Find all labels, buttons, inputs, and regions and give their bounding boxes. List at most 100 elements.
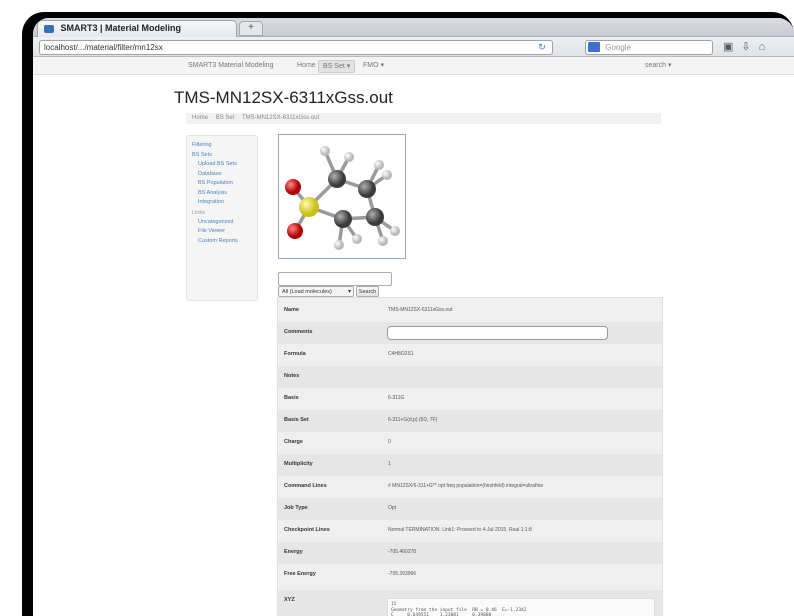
nav-fmo[interactable]: FMO ▾ bbox=[363, 57, 384, 74]
sidebar-item-bs-sets[interactable]: BS Sets bbox=[192, 152, 252, 159]
search-engine-label: Google bbox=[605, 43, 632, 52]
comments-input[interactable] bbox=[387, 326, 608, 340]
toolbar-icons: ▣⇩⌂ bbox=[723, 40, 773, 53]
new-tab-button[interactable]: + bbox=[239, 21, 263, 36]
property-label: Basis bbox=[284, 395, 299, 401]
tab-title: SMART3 | Material Modeling bbox=[60, 23, 182, 34]
property-value: 0 bbox=[388, 439, 391, 445]
reload-icon[interactable]: ↻ bbox=[534, 41, 550, 54]
breadcrumb-current: TMS-MN12SX-6311xGss.out bbox=[241, 115, 320, 121]
property-label: Formula bbox=[284, 351, 306, 357]
hydrogen-atom bbox=[378, 236, 388, 246]
property-row: Name TMS-MN12SX-6311xGss.out bbox=[278, 300, 662, 322]
sidebar-section-links: Links bbox=[192, 209, 205, 216]
search-button[interactable]: Search bbox=[356, 286, 379, 297]
molecule-viewer[interactable] bbox=[278, 134, 406, 259]
property-value: Normal TERMINATION. Link1: Proceed to 4-… bbox=[388, 527, 532, 533]
hydrogen-atom bbox=[382, 170, 392, 180]
property-row: Job Type Opt bbox=[278, 498, 662, 520]
oxygen-atom bbox=[285, 179, 301, 195]
property-label: Comments bbox=[284, 329, 313, 335]
nav-home[interactable]: Home bbox=[297, 57, 316, 74]
property-row: Free Energy -705.393966 bbox=[278, 564, 662, 586]
sulfur-atom bbox=[299, 197, 319, 217]
property-value: 6-311G bbox=[388, 395, 405, 401]
property-row: Comments bbox=[278, 322, 662, 344]
sidebar-item-filtering[interactable]: Filtering bbox=[192, 142, 252, 149]
property-row: Basis Set 6-311+G(d,p) (5D, 7F) bbox=[278, 410, 662, 432]
property-value: 1 bbox=[388, 461, 391, 467]
sidebar: Filtering BS Sets Upload BS Sets Databas… bbox=[186, 135, 258, 301]
property-value: C4H8O2S1 bbox=[388, 351, 414, 357]
property-row: Charge 0 bbox=[278, 432, 662, 454]
carbon-atom bbox=[328, 170, 346, 188]
site-navbar: SMART3 Material Modeling Home BS Set ▾ F… bbox=[33, 57, 794, 75]
bookmark-icon[interactable]: ▣ bbox=[723, 41, 741, 53]
property-label: Job Type bbox=[284, 505, 308, 511]
navigation-bar: localhost/.../material/filter/mn12sx ↻ G… bbox=[33, 37, 794, 57]
property-row: Notes bbox=[278, 366, 662, 388]
breadcrumb: Home BS Set TMS-MN12SX-6311xGss.out bbox=[186, 113, 661, 124]
favicon-icon bbox=[44, 24, 54, 33]
hydrogen-atom bbox=[344, 152, 354, 162]
property-value: -705.460278 bbox=[388, 549, 417, 555]
molecule-image bbox=[285, 146, 400, 250]
property-row: Multiplicity 1 bbox=[278, 454, 662, 476]
molecule-select-value: All (Load molecules) bbox=[282, 289, 332, 295]
property-value: 6-311+G(d,p) (5D, 7F) bbox=[388, 417, 438, 423]
property-label: Checkpoint Lines bbox=[284, 527, 330, 533]
hydrogen-atom bbox=[320, 146, 330, 156]
site-brand[interactable]: SMART3 Material Modeling bbox=[188, 57, 273, 74]
property-row: Checkpoint Lines Normal TERMINATION. Lin… bbox=[278, 520, 662, 542]
browser-window: SMART3 | Material Modeling + localhost/.… bbox=[33, 18, 794, 616]
carbon-atom bbox=[358, 180, 376, 198]
sidebar-link-custom-reports[interactable]: Custom Reports bbox=[192, 238, 252, 245]
sidebar-item-population[interactable]: BS Population bbox=[192, 180, 252, 187]
url-bar[interactable]: localhost/.../material/filter/mn12sx ↻ bbox=[39, 40, 553, 55]
breadcrumb-bs-set[interactable]: BS Set bbox=[216, 115, 235, 121]
property-value: -705.393966 bbox=[388, 571, 417, 577]
monitor-frame: SMART3 | Material Modeling + localhost/.… bbox=[0, 0, 794, 616]
property-row: Energy -705.460278 bbox=[278, 542, 662, 564]
hydrogen-atom bbox=[334, 240, 344, 250]
property-row: Command Lines # MN12SX/6-311+G** opt fre… bbox=[278, 476, 662, 498]
property-value: # MN12SX/6-311+G** opt freq population=(… bbox=[388, 483, 544, 489]
hydrogen-atom bbox=[390, 226, 400, 236]
url-text: localhost/.../material/filter/mn12sx bbox=[44, 43, 163, 52]
page-title: TMS-MN12SX-6311xGss.out bbox=[174, 88, 393, 107]
downloads-icon[interactable]: ⇩ bbox=[741, 41, 758, 53]
hydrogen-atom bbox=[352, 234, 362, 244]
property-label: Command Lines bbox=[284, 483, 327, 489]
sidebar-item-integration[interactable]: Integration bbox=[192, 199, 252, 206]
property-label: Free Energy bbox=[284, 571, 316, 577]
property-row: Formula C4H8O2S1 bbox=[278, 344, 662, 366]
oxygen-atom bbox=[287, 223, 303, 239]
filter-input[interactable] bbox=[278, 272, 392, 286]
carbon-atom bbox=[366, 208, 384, 226]
property-label: Charge bbox=[284, 439, 303, 445]
search-bar[interactable]: Google bbox=[585, 40, 713, 55]
property-value: Opt bbox=[388, 505, 397, 511]
hydrogen-atom bbox=[374, 160, 384, 170]
property-label: Multiplicity bbox=[284, 461, 313, 467]
properties-table: Name TMS-MN12SX-6311xGss.out Comments Fo… bbox=[277, 297, 663, 616]
sidebar-link-uncategorized[interactable]: Uncategorized bbox=[192, 219, 252, 226]
sidebar-item-database[interactable]: Database bbox=[192, 171, 252, 178]
nav-search[interactable]: search ▾ bbox=[645, 57, 671, 74]
property-label: Notes bbox=[284, 373, 300, 379]
browser-tab[interactable]: SMART3 | Material Modeling bbox=[37, 20, 237, 37]
home-icon[interactable]: ⌂ bbox=[759, 41, 774, 53]
tab-strip: SMART3 | Material Modeling + bbox=[33, 18, 794, 37]
breadcrumb-home[interactable]: Home bbox=[192, 115, 208, 121]
xyz-coordinates: 15 Geometry from the input file RB = 0.4… bbox=[387, 598, 655, 616]
property-label: Basis Set bbox=[284, 417, 309, 423]
property-label: Energy bbox=[284, 549, 303, 555]
property-label: Name bbox=[284, 307, 299, 313]
search-engine-icon[interactable] bbox=[588, 42, 600, 52]
nav-bs-set[interactable]: BS Set ▾ bbox=[318, 60, 356, 73]
sidebar-link-file-viewer[interactable]: File Viewer bbox=[192, 228, 252, 235]
molecule-select[interactable]: All (Load molecules) ▾ bbox=[278, 286, 354, 297]
sidebar-item-analysis[interactable]: BS Analysis bbox=[192, 190, 252, 197]
property-value: TMS-MN12SX-6311xGss.out bbox=[388, 307, 453, 313]
sidebar-item-upload[interactable]: Upload BS Sets bbox=[192, 161, 252, 168]
